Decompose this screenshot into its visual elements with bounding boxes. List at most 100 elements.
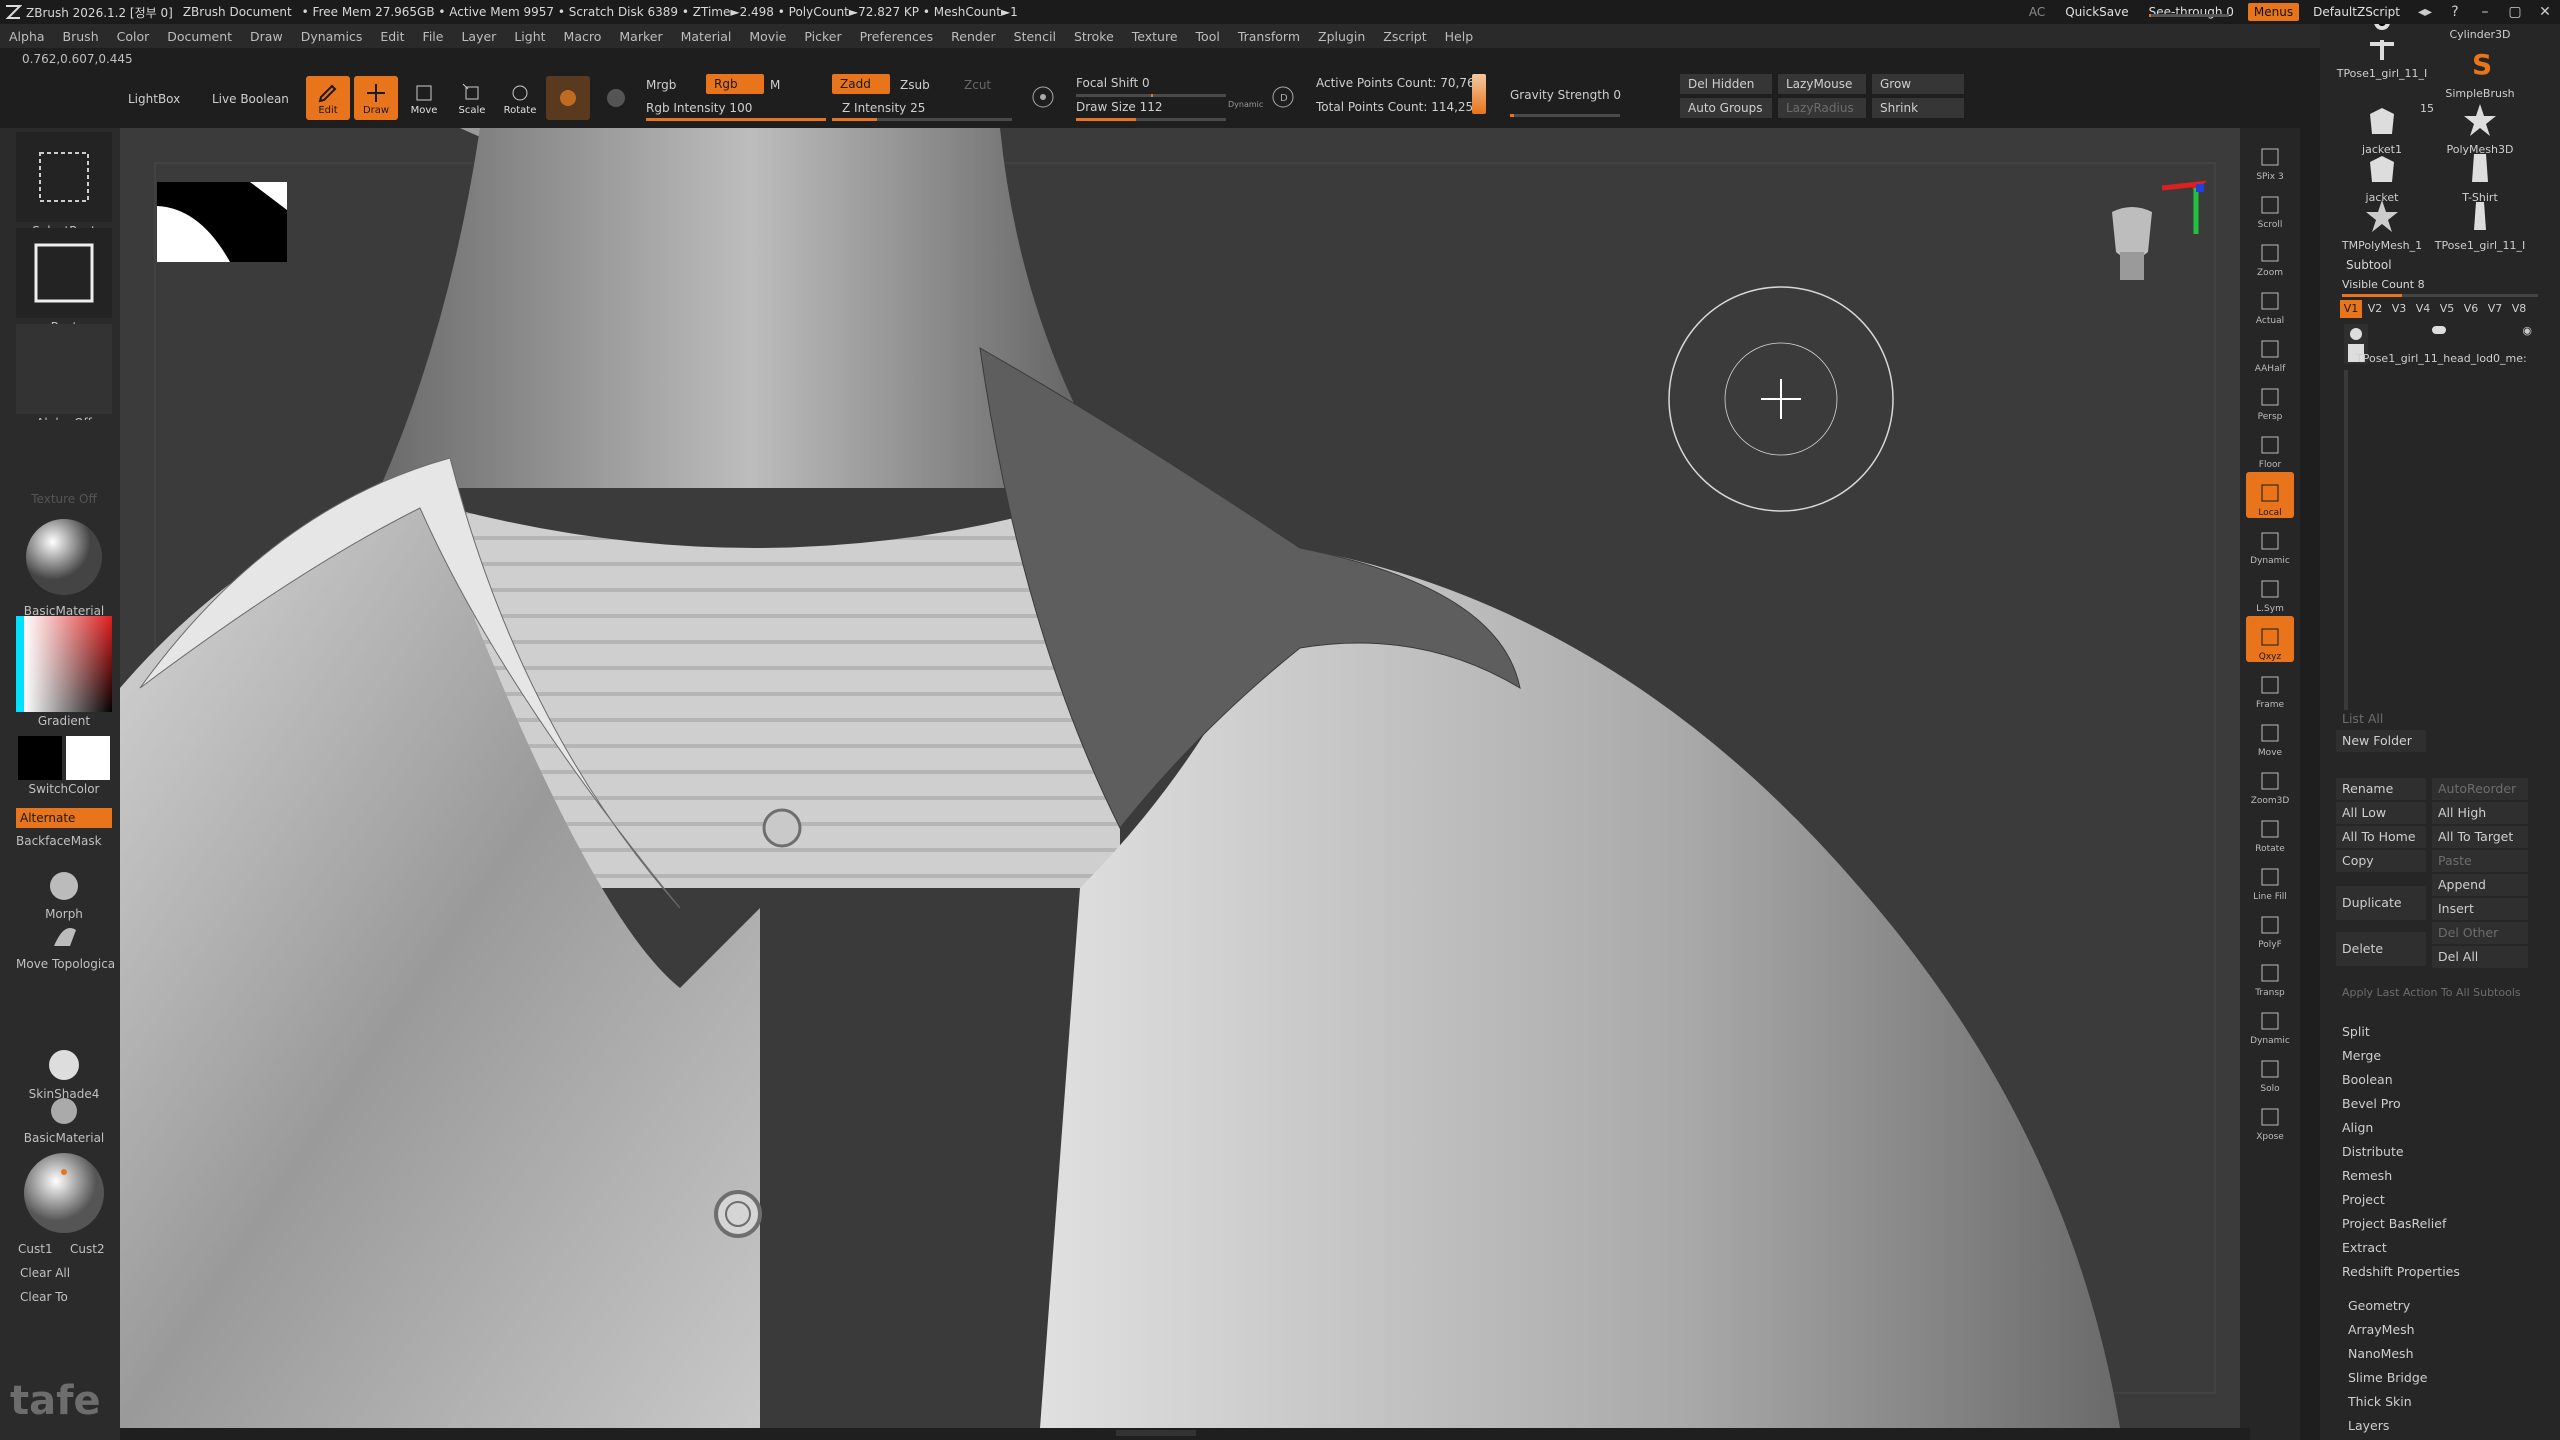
right-shelf-xpose-20[interactable]: Xpose <box>2246 1096 2294 1142</box>
rotate-button[interactable]: Rotate <box>498 76 542 120</box>
right-shelf-floor-6[interactable]: Floor <box>2246 424 2294 470</box>
subtool-scrollbar[interactable] <box>2344 370 2348 710</box>
menu-material[interactable]: Material <box>672 29 741 44</box>
autoreorder-button[interactable]: AutoReorder <box>2432 778 2528 800</box>
menu-draw[interactable]: Draw <box>241 29 292 44</box>
del-hidden-button[interactable]: Del Hidden <box>1680 74 1772 94</box>
bottom-shelf-handle[interactable] <box>1116 1430 1196 1436</box>
tool-thumb-tpose[interactable]: TPose1_girl_11_I <box>2334 14 2430 80</box>
scale-button[interactable]: Scale <box>450 76 494 120</box>
section-slime-bridge[interactable]: Slime Bridge <box>2348 1370 2427 1385</box>
menu-brush[interactable]: Brush <box>54 29 108 44</box>
subtool-tab-v2[interactable]: V2 <box>2364 300 2386 318</box>
menu-color[interactable]: Color <box>108 29 159 44</box>
menu-light[interactable]: Light <box>505 29 554 44</box>
menu-layer[interactable]: Layer <box>452 29 505 44</box>
menu-stencil[interactable]: Stencil <box>1005 29 1065 44</box>
action-bevel-pro[interactable]: Bevel Pro <box>2342 1096 2401 1111</box>
draw-size-label[interactable]: Draw Size 112 <box>1076 100 1163 114</box>
visible-count-slider[interactable] <box>2342 294 2538 297</box>
right-shelf-dynamic-8[interactable]: Dynamic <box>2246 520 2294 566</box>
right-shelf-actual-3[interactable]: Actual <box>2246 280 2294 326</box>
zadd-button[interactable]: Zadd <box>832 74 890 94</box>
menu-movie[interactable]: Movie <box>740 29 795 44</box>
subtool-tab-v8[interactable]: V8 <box>2508 300 2530 318</box>
action-distribute[interactable]: Distribute <box>2342 1144 2404 1159</box>
gravity-strength-slider[interactable] <box>1510 114 1620 117</box>
menu-zplugin[interactable]: Zplugin <box>1309 29 1374 44</box>
right-shelf-rotate-14[interactable]: Rotate <box>2246 808 2294 854</box>
gravity-strength-label[interactable]: Gravity Strength 0 <box>1510 88 1621 102</box>
color-picker[interactable]: Gradient <box>16 616 112 728</box>
auto-groups-button[interactable]: Auto Groups <box>1680 98 1772 118</box>
backfacemask-button[interactable]: BackfaceMask <box>16 834 112 848</box>
morph-brush[interactable]: Morph <box>16 870 112 921</box>
right-shelf-l-sym-9[interactable]: L.Sym <box>2246 568 2294 614</box>
lazyradius-slider[interactable]: LazyRadius <box>1778 98 1866 118</box>
right-shelf-scroll-1[interactable]: Scroll <box>2246 184 2294 230</box>
right-shelf-zoom-2[interactable]: Zoom <box>2246 232 2294 278</box>
quicksave-button[interactable]: QuickSave <box>2055 0 2138 24</box>
menu-file[interactable]: File <box>414 29 453 44</box>
menu-dynamics[interactable]: Dynamics <box>292 29 372 44</box>
menu-edit[interactable]: Edit <box>371 29 413 44</box>
subtool-tab-v1[interactable]: V1 <box>2340 300 2362 318</box>
color-swatch[interactable] <box>1472 74 1486 114</box>
delete-button[interactable]: Delete <box>2336 932 2426 966</box>
menu-picker[interactable]: Picker <box>795 29 850 44</box>
z-intensity-label[interactable]: Z Intensity 25 <box>842 101 925 115</box>
subtool-tab-v6[interactable]: V6 <box>2460 300 2482 318</box>
tool-thumb-tmpolymesh[interactable]: TMPolyMesh_1 <box>2334 196 2430 252</box>
z-intensity-slider[interactable] <box>832 118 1012 121</box>
right-shelf-line-fill-15[interactable]: Line Fill <box>2246 856 2294 902</box>
menus-button[interactable]: Menus <box>2247 3 2300 21</box>
visible-count-label[interactable]: Visible Count 8 <box>2342 278 2425 291</box>
zcut-button[interactable]: Zcut <box>964 78 991 92</box>
alpha-selector[interactable]: Alpha Off <box>16 324 112 430</box>
basicmaterial-2[interactable]: BasicMaterial <box>16 1096 112 1145</box>
right-shelf-persp-5[interactable]: Persp <box>2246 376 2294 422</box>
del-other-button[interactable]: Del Other <box>2432 922 2528 944</box>
right-shelf-dynamic-18[interactable]: Dynamic <box>2246 1000 2294 1046</box>
action-merge[interactable]: Merge <box>2342 1048 2381 1063</box>
default-zscript-button[interactable]: DefaultZScript <box>2303 0 2410 24</box>
maximize-icon[interactable]: ▢ <box>2500 4 2530 20</box>
right-shelf-zoom3d-13[interactable]: Zoom3D <box>2246 760 2294 806</box>
subtool-header[interactable]: Subtool <box>2346 258 2392 272</box>
rect-stroke[interactable]: Rect <box>16 228 112 334</box>
menu-document[interactable]: Document <box>158 29 241 44</box>
subtool-toggle-icon[interactable] <box>2432 326 2446 334</box>
list-all-button[interactable]: List All <box>2336 708 2426 730</box>
lazymouse-button[interactable]: LazyMouse <box>1778 74 1866 94</box>
right-shelf-qxyz-10[interactable]: Qxyz <box>2246 616 2294 662</box>
duplicate-button[interactable]: Duplicate <box>2336 886 2426 920</box>
section-layers[interactable]: Layers <box>2348 1418 2389 1433</box>
help-icon[interactable]: ? <box>2440 4 2470 20</box>
copy-button[interactable]: Copy <box>2336 850 2426 872</box>
move-topological-brush[interactable]: Move Topologica <box>16 920 115 971</box>
right-shelf-aahalf-4[interactable]: AAHalf <box>2246 328 2294 374</box>
all-to-home-button[interactable]: All To Home <box>2336 826 2426 848</box>
minimize-icon[interactable]: – <box>2470 4 2500 20</box>
dynamic-toggle[interactable]: Dynamic <box>1228 100 1263 109</box>
tool-thumb-simplebrush[interactable]: S SimpleBrush <box>2432 44 2528 100</box>
section-geometry[interactable]: Geometry <box>2348 1298 2410 1313</box>
tool-thumb-tpose-2[interactable]: TPose1_girl_11_I <box>2432 196 2528 252</box>
new-folder-button[interactable]: New Folder <box>2336 730 2426 752</box>
see-through-slider[interactable]: See-through 0 <box>2139 5 2244 19</box>
clear-all-button[interactable]: Clear All <box>20 1266 116 1280</box>
rgb-button[interactable]: Rgb <box>706 74 764 94</box>
draw-button[interactable]: Draw <box>354 76 398 120</box>
subtool-tab-v3[interactable]: V3 <box>2388 300 2410 318</box>
material-selector[interactable]: BasicMaterial <box>16 512 112 618</box>
switchcolor-swatches[interactable]: SwitchColor <box>16 736 112 796</box>
menu-tool[interactable]: Tool <box>1187 29 1229 44</box>
selectrect-tool[interactable]: SelectRect <box>16 132 112 238</box>
menu-macro[interactable]: Macro <box>555 29 611 44</box>
del-all-button[interactable]: Del All <box>2432 946 2528 968</box>
menu-texture[interactable]: Texture <box>1123 29 1187 44</box>
action-extract[interactable]: Extract <box>2342 1240 2387 1255</box>
move-button[interactable]: Move <box>402 76 446 120</box>
subtool-eye-icon[interactable]: ◉ <box>2522 324 2532 337</box>
all-high-button[interactable]: All High <box>2432 802 2528 824</box>
